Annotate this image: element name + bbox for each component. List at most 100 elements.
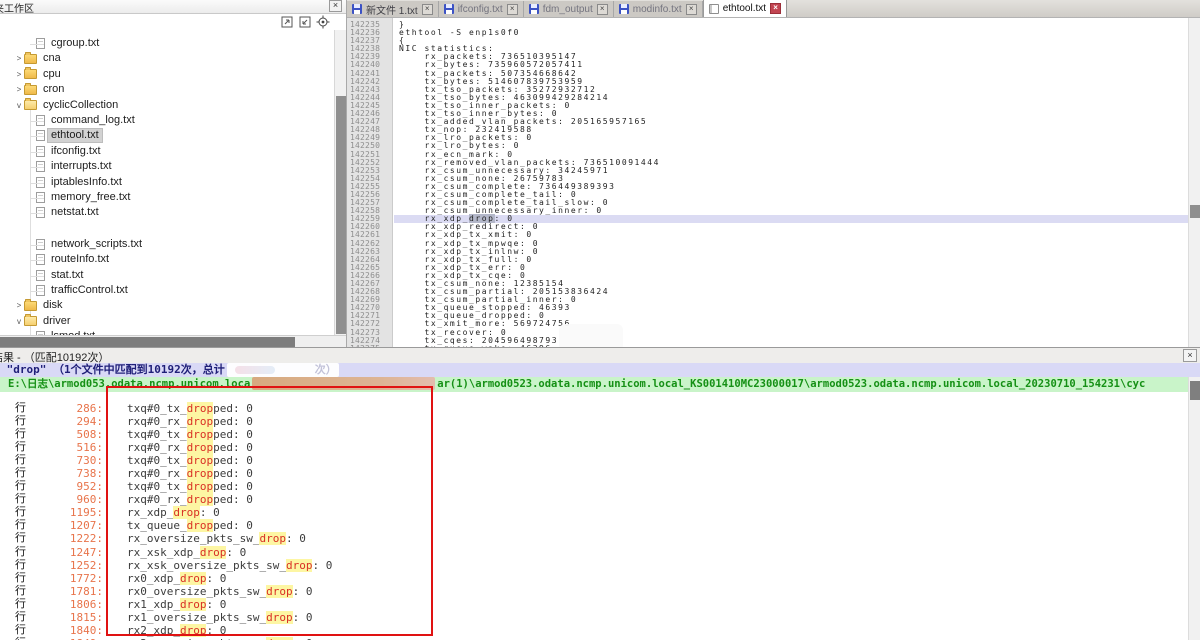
result-row-line-1222[interactable]: 行1222:rx_oversize_pkts_sw_drop: 0 bbox=[0, 532, 1188, 545]
result-row-line-508[interactable]: 行508:txq#0_tx_dropped: 0 bbox=[0, 428, 1188, 441]
editor-scrollbar-thumb[interactable] bbox=[1190, 205, 1200, 218]
tree-item-label: network_scripts.txt bbox=[48, 238, 145, 251]
result-row-line-730[interactable]: 行730:txq#0_tx_dropped: 0 bbox=[0, 454, 1188, 467]
tab-ethtool-txt[interactable]: ethtool.txt × bbox=[703, 0, 787, 17]
search-match: drop bbox=[266, 585, 293, 598]
code-line[interactable]: ethtool -S enp1s0f0 bbox=[399, 29, 1188, 37]
code-line[interactable]: rx_csum_unnecessary_inner: 0 bbox=[399, 207, 1188, 215]
chevron-right-icon[interactable]: > bbox=[14, 85, 24, 94]
row-text: rx0_oversize_pkts_sw_drop: 0 bbox=[127, 585, 312, 598]
tree-connector-line bbox=[30, 260, 44, 261]
result-row-line-516[interactable]: 行516:rxq#0_rx_dropped: 0 bbox=[0, 441, 1188, 454]
result-row-line-960[interactable]: 行960:rxq#0_rx_dropped: 0 bbox=[0, 493, 1188, 506]
tree-folder-cron[interactable]: >cron bbox=[14, 82, 67, 97]
locate-current-file-icon[interactable] bbox=[316, 15, 330, 29]
editor-vertical-scrollbar[interactable] bbox=[1188, 18, 1200, 348]
row-line-number: 1252: bbox=[30, 559, 103, 572]
row-line-number: 516: bbox=[30, 441, 103, 454]
result-row-line-1840[interactable]: 行1840:rx2_xdp_drop: 0 bbox=[0, 624, 1188, 637]
folder-icon bbox=[24, 85, 37, 95]
code-line[interactable]: { bbox=[399, 37, 1188, 45]
row-prefix: 行 bbox=[15, 532, 30, 545]
tree-item-label: interrupts.txt bbox=[48, 160, 115, 173]
result-row-line-1781[interactable]: 行1781:rx0_oversize_pkts_sw_drop: 0 bbox=[0, 585, 1188, 598]
close-icon[interactable]: × bbox=[507, 4, 518, 15]
tree-item-label: cgroup.txt bbox=[48, 37, 102, 50]
result-row-line-1815[interactable]: 行1815:rx1_oversize_pkts_sw_drop: 0 bbox=[0, 611, 1188, 624]
folder-icon bbox=[24, 69, 37, 79]
results-close-icon[interactable]: × bbox=[1183, 349, 1197, 362]
chevron-down-icon[interactable]: v bbox=[14, 317, 24, 326]
tab-ifconfig-txt[interactable]: ifconfig.txt× bbox=[439, 1, 524, 17]
tree-folder-cpu[interactable]: > cpu bbox=[14, 67, 64, 82]
code-line[interactable]: rx_lro_bytes: 0 bbox=[399, 142, 1188, 150]
result-row-line-294[interactable]: 行294:rxq#0_rx_dropped: 0 bbox=[0, 415, 1188, 428]
folder-icon bbox=[24, 54, 37, 64]
result-row-line-1207[interactable]: 行1207:tx_queue_dropped: 0 bbox=[0, 519, 1188, 532]
collapse-all-icon[interactable] bbox=[298, 15, 312, 29]
chevron-right-icon[interactable]: > bbox=[14, 70, 24, 79]
search-match: drop bbox=[187, 441, 214, 454]
chevron-down-icon[interactable]: v bbox=[14, 101, 24, 110]
row-line-number: 1781: bbox=[30, 585, 103, 598]
row-prefix: 行 bbox=[15, 506, 30, 519]
tree-vertical-scrollbar[interactable] bbox=[334, 30, 346, 335]
result-row-line-1247[interactable]: 行1247:rx_xsk_xdp_drop: 0 bbox=[0, 546, 1188, 559]
close-icon[interactable]: × bbox=[686, 4, 697, 15]
row-prefix: 行 bbox=[15, 415, 30, 428]
row-text: txq#0_tx_dropped: 0 bbox=[127, 428, 253, 441]
row-line-number: 1195: bbox=[30, 506, 103, 519]
row-text: rx0_xdp_drop: 0 bbox=[127, 572, 226, 585]
result-row-line-1252[interactable]: 行1252:rx_xsk_oversize_pkts_sw_drop: 0 bbox=[0, 559, 1188, 572]
chevron-right-icon[interactable]: > bbox=[14, 301, 24, 310]
close-icon[interactable]: × bbox=[422, 4, 433, 15]
result-row-line-952[interactable]: 行952:txq#0_tx_dropped: 0 bbox=[0, 480, 1188, 493]
row-line-number: 286: bbox=[30, 402, 103, 415]
workspace-panel: 夹工作区 × cgroup.txt>cna>cpu>cronvcyclicCol… bbox=[0, 0, 346, 348]
tree-item-label: memory_free.txt bbox=[48, 191, 133, 204]
result-row-line-1195[interactable]: 行1195: rx_xdp_drop: 0 bbox=[0, 506, 1188, 519]
file-tree: cgroup.txt>cna>cpu>cronvcyclicCollection… bbox=[0, 30, 334, 335]
results-file-path[interactable]: E:\日志\armod053.odata.ncmp.unicom.locaar(… bbox=[0, 377, 1188, 392]
search-match: drop bbox=[180, 624, 207, 637]
result-row-line-286[interactable]: 行286:txq#0_tx_dropped: 0 bbox=[0, 402, 1188, 415]
search-match: drop bbox=[187, 454, 214, 467]
tree-horizontal-scrollbar[interactable] bbox=[0, 335, 346, 347]
tree-item-label: command_log.txt bbox=[48, 114, 138, 127]
folder-icon bbox=[24, 301, 37, 311]
results-vertical-scrollbar[interactable] bbox=[1188, 377, 1200, 640]
tab-fdm-output[interactable]: fdm_output × bbox=[524, 1, 614, 17]
result-row-line-1772[interactable]: 行1772:rx0_xdp_drop: 0 bbox=[0, 572, 1188, 585]
row-prefix: 行 bbox=[15, 467, 30, 480]
tab-modinfo-txt[interactable]: modinfo.txt× bbox=[614, 1, 703, 17]
path-segment-3: ar(1)\armod0523.odata.ncmp.unicom.local_… bbox=[437, 378, 1145, 390]
tree-folder-cycliccollection[interactable]: vcyclicCollection bbox=[14, 98, 121, 113]
tree-item-label: cpu bbox=[40, 68, 64, 81]
path-segment-1: E:\日志\armod05 bbox=[8, 378, 99, 390]
tab--1-txt[interactable]: 新文件 1.txt× bbox=[347, 1, 439, 17]
code-lines[interactable]: }ethtool -S enp1s0f0{NIC statistics: rx_… bbox=[399, 18, 1188, 348]
results-scrollbar-thumb[interactable] bbox=[1190, 381, 1200, 400]
close-icon[interactable]: × bbox=[770, 3, 781, 14]
row-prefix: 行 bbox=[15, 428, 30, 441]
expand-all-icon[interactable] bbox=[280, 15, 294, 29]
tree-hscrollbar-thumb[interactable] bbox=[0, 337, 295, 347]
tree-folder-driver[interactable]: vdriver bbox=[14, 314, 74, 329]
row-prefix: 行 bbox=[15, 559, 30, 572]
row-line-number: 1772: bbox=[30, 572, 103, 585]
tab-label: ethtool.txt bbox=[723, 3, 766, 14]
chevron-right-icon[interactable]: > bbox=[14, 54, 24, 63]
result-row-line-738[interactable]: 行738:rxq#0_rx_dropped: 0 bbox=[0, 467, 1188, 480]
tree-folder-disk[interactable]: >disk bbox=[14, 298, 66, 313]
row-text: rxq#0_rx_dropped: 0 bbox=[127, 493, 253, 506]
workspace-close-icon[interactable]: × bbox=[329, 0, 342, 12]
row-text: rx_xdp_drop: 0 bbox=[127, 506, 220, 519]
close-icon[interactable]: × bbox=[597, 4, 608, 15]
row-prefix: 行 bbox=[15, 598, 30, 611]
editor-area[interactable]: 1422351422361422371422381422391422401422… bbox=[347, 18, 1188, 348]
tree-scrollbar-thumb[interactable] bbox=[336, 96, 346, 334]
tree-folder-cna[interactable]: >cna bbox=[14, 51, 64, 66]
code-line[interactable]: tx_xmit_more: 569724756 bbox=[399, 320, 1188, 328]
result-row-line-1806[interactable]: 行1806:rx1_xdp_drop: 0 bbox=[0, 598, 1188, 611]
tab-label: fdm_output bbox=[543, 4, 593, 15]
